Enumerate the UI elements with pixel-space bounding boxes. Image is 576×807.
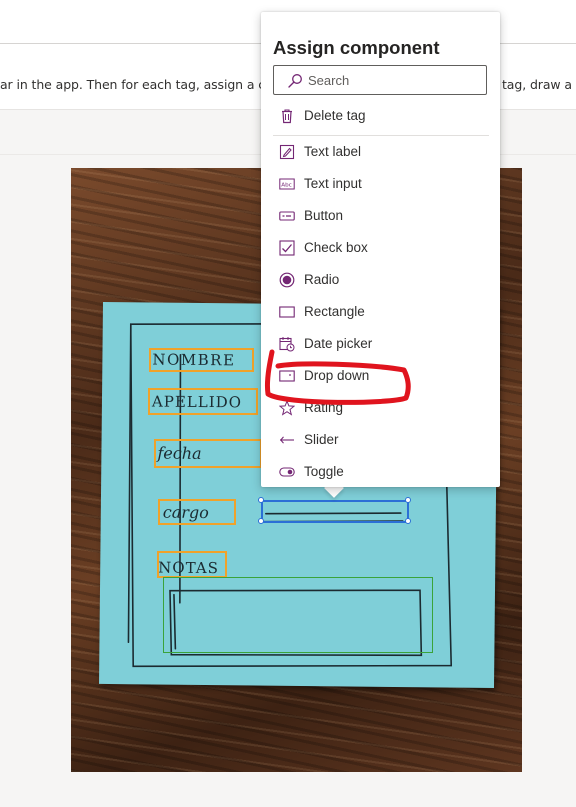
menu-divider: [273, 135, 489, 136]
menu-item-toggle[interactable]: Toggle: [273, 457, 489, 487]
tag-box[interactable]: [157, 551, 227, 578]
date-picker-icon: [279, 337, 295, 352]
menu-item-date-picker[interactable]: Date picker: [273, 329, 489, 359]
menu-item-text-label[interactable]: Text label: [273, 137, 489, 167]
popup-title: Assign component: [273, 37, 440, 58]
rectangle-icon: [279, 306, 295, 318]
menu-item-label: Toggle: [304, 464, 344, 479]
search-icon: [288, 74, 302, 88]
svg-text:Abc: Abc: [281, 183, 291, 189]
instruction-text: ar in the app. Then for each tag, assign…: [0, 77, 266, 92]
resize-handle[interactable]: [258, 518, 264, 524]
tag-box[interactable]: [148, 388, 258, 415]
menu-item-button[interactable]: Button: [273, 201, 489, 231]
menu-item-drop-down[interactable]: Drop down: [273, 361, 489, 391]
menu-item-label: Date picker: [304, 336, 373, 351]
toggle-icon: [279, 467, 295, 477]
resize-handle[interactable]: [258, 497, 264, 503]
search-placeholder: Search: [308, 73, 350, 88]
menu-item-rectangle[interactable]: Rectangle: [273, 297, 489, 327]
instruction-text-continued: tag, draw a: [502, 77, 572, 92]
tag-box[interactable]: [154, 439, 262, 468]
selected-tag[interactable]: [261, 500, 409, 523]
menu-item-rating[interactable]: Rating: [273, 393, 489, 423]
text-input-icon: Abc: [279, 178, 295, 190]
resize-handle[interactable]: [405, 518, 411, 524]
tag-box-assigned[interactable]: [163, 577, 433, 653]
assign-component-popup: Assign component Search Delete tag Text …: [261, 12, 500, 487]
menu-item-text-input[interactable]: Abc Text input: [273, 169, 489, 199]
dropdown-icon: [279, 370, 295, 382]
radio-icon: [279, 272, 295, 288]
menu-item-slider[interactable]: Slider: [273, 425, 489, 455]
button-icon: [279, 211, 295, 221]
delete-tag-label: Delete tag: [304, 108, 366, 123]
delete-tag-button[interactable]: Delete tag: [273, 101, 489, 131]
tag-box[interactable]: [149, 348, 254, 372]
menu-item-label: Rectangle: [304, 304, 365, 319]
menu-item-label: Text input: [304, 176, 362, 191]
text-label-icon: [279, 144, 295, 160]
tag-box[interactable]: [158, 499, 236, 525]
menu-item-check-box[interactable]: Check box: [273, 233, 489, 263]
menu-item-label: Rating: [304, 400, 344, 415]
menu-item-label: Check box: [304, 240, 368, 255]
checkbox-icon: [279, 240, 295, 256]
star-icon: [279, 400, 295, 416]
menu-item-radio[interactable]: Radio: [273, 265, 489, 295]
menu-item-label: Text label: [304, 144, 362, 159]
resize-handle[interactable]: [405, 497, 411, 503]
menu-item-label: Drop down: [304, 368, 370, 383]
trash-icon: [282, 109, 292, 124]
slider-icon: [280, 436, 294, 444]
menu-item-label: Slider: [304, 432, 339, 447]
menu-item-label: Radio: [304, 272, 340, 287]
search-input[interactable]: Search: [273, 65, 487, 95]
menu-item-label: Button: [304, 208, 344, 223]
